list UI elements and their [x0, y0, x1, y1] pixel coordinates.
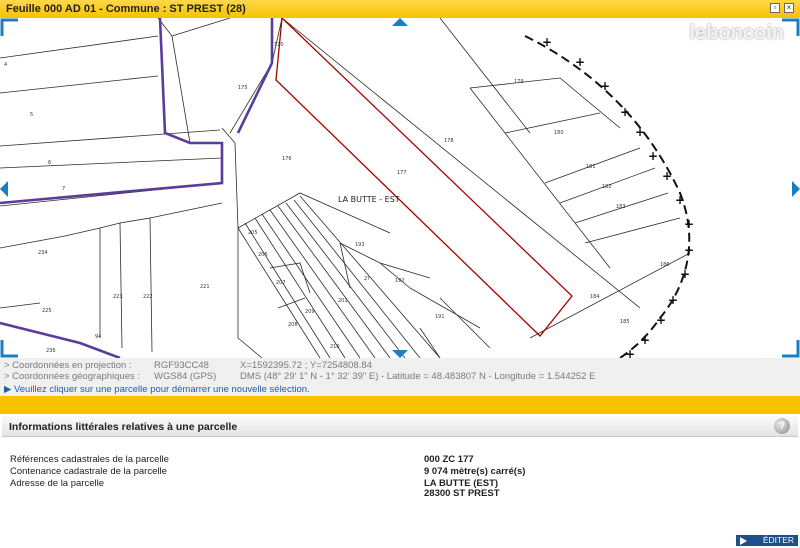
row-value-address-city: 28300 ST PREST: [424, 488, 500, 499]
play-arrow-icon: [740, 537, 747, 545]
edit-button-label: ÉDITER: [762, 535, 794, 545]
close-window-icon[interactable]: ×: [784, 3, 794, 13]
parcel-number: 180: [554, 130, 564, 136]
projection-label: > Coordonnées en projection :: [4, 360, 132, 371]
help-icon[interactable]: ?: [774, 418, 790, 434]
svg-text:+: +: [656, 313, 666, 327]
window-title: Feuille 000 AD 01 - Commune : ST PREST (…: [6, 3, 246, 15]
leboncoin-watermark: leboncoin: [689, 22, 784, 44]
parcel-number: 209: [305, 309, 315, 315]
parcel-number: 223: [113, 294, 123, 300]
projection-value: X=1592395.72 ; Y=7254808.84: [240, 360, 372, 371]
svg-text:+: +: [648, 149, 658, 163]
parcel-number: 185: [620, 319, 630, 325]
projection-row: > Coordonnées en projection : RGF93CC48 …: [4, 360, 372, 371]
svg-text:+: +: [640, 333, 650, 347]
parcel-number: 179: [514, 79, 524, 85]
pan-left-arrow-icon[interactable]: [0, 181, 8, 197]
pan-up-arrow-icon[interactable]: [392, 18, 408, 26]
parcel-number: 4: [4, 62, 7, 68]
parcel-number: 186: [660, 262, 670, 268]
row-value-reference: 000 ZC 177: [424, 454, 474, 465]
parcel-number: 2?: [364, 276, 370, 282]
parcel-number: 225: [42, 308, 52, 314]
parcel-number: 176: [282, 156, 292, 162]
parcel-number: 184: [590, 294, 600, 300]
parcel-number: 175: [238, 85, 248, 91]
cadastral-map[interactable]: + + + + + + + + + + + + + + + 4 5 6 7 234 225 223 …: [0, 18, 800, 358]
parcel-number: 206: [258, 252, 268, 258]
row-label-reference: Références cadastrales de la parcelle: [10, 454, 169, 465]
geo-row: > Coordonnées géographiques : WGS84 (GPS…: [4, 371, 595, 382]
parcel-number: 192: [395, 278, 405, 284]
yellow-divider: [0, 396, 800, 414]
parcel-number: 193: [355, 242, 365, 248]
svg-text:+: +: [542, 35, 552, 49]
parcel-number: 201: [338, 298, 348, 304]
parcel-number: 170: [274, 42, 284, 48]
svg-text:+: +: [668, 293, 678, 307]
parcel-info-panel: Informations littérales relatives à une …: [0, 414, 800, 548]
row-label-area: Contenance cadastrale de la parcelle: [10, 466, 167, 477]
parcel-number: 182: [602, 184, 612, 190]
projection-system: RGF93CC48: [154, 360, 209, 371]
svg-text:+: +: [635, 125, 645, 139]
window-titlebar: Feuille 000 AD 01 - Commune : ST PREST (…: [0, 0, 800, 19]
pan-down-arrow-icon[interactable]: [392, 350, 408, 358]
svg-text:+: +: [600, 79, 610, 93]
parcel-number: 177: [397, 170, 407, 176]
restore-window-icon[interactable]: ▫: [770, 3, 780, 13]
geo-value: DMS (48° 29' 1" N - 1° 32' 39" E) - Lati…: [240, 371, 596, 382]
parcel-number: 191: [435, 314, 445, 320]
edit-button[interactable]: ÉDITER: [736, 535, 798, 546]
row-value-area: 9 074 mètre(s) carré(s): [424, 466, 526, 477]
parcel-number: 222: [143, 294, 153, 300]
geo-system: WGS84 (GPS): [154, 371, 217, 382]
parcel-number: 181: [586, 164, 596, 170]
pan-right-arrow-icon[interactable]: [792, 181, 800, 197]
svg-text:+: +: [684, 243, 694, 257]
parcel-number: 205: [248, 230, 258, 236]
svg-text:+: +: [680, 267, 690, 281]
parcel-number: 236: [46, 348, 56, 354]
svg-text:+: +: [684, 217, 694, 231]
parcel-lines: [0, 35, 159, 59]
svg-text:+: +: [662, 169, 672, 183]
parcel-number: 5: [30, 112, 33, 118]
coordinates-bar: > Coordonnées en projection : RGF93CC48 …: [0, 358, 800, 396]
panel-title: Informations littérales relatives à une …: [9, 421, 238, 433]
svg-text:+: +: [575, 55, 585, 69]
parcel-number: 94: [95, 334, 101, 340]
parcel-number: 207: [276, 280, 286, 286]
svg-text:+: +: [620, 105, 630, 119]
svg-text:+: +: [675, 193, 685, 207]
parcel-number: 183: [616, 204, 626, 210]
panel-header: Informations littérales relatives à une …: [2, 416, 798, 437]
map-place-label: LA BUTTE - EST: [338, 195, 400, 204]
parcel-number: 208: [288, 322, 298, 328]
svg-text:+: +: [625, 347, 635, 358]
parcel-number: 210: [330, 344, 340, 350]
parcel-number: 234: [38, 250, 48, 256]
parcel-number: 178: [444, 138, 454, 144]
parcel-number: 7: [62, 186, 65, 192]
selection-message: ▶ Veuillez cliquer sur une parcelle pour…: [4, 384, 310, 395]
parcel-number: 221: [200, 284, 210, 290]
map-canvas[interactable]: +++ +++ +++ +++ +++ 4 5 6 7 234 225 223 …: [0, 18, 800, 358]
geo-label: > Coordonnées géographiques :: [4, 371, 141, 382]
parcel-number: 6: [48, 160, 51, 166]
row-label-address: Adresse de la parcelle: [10, 478, 104, 489]
